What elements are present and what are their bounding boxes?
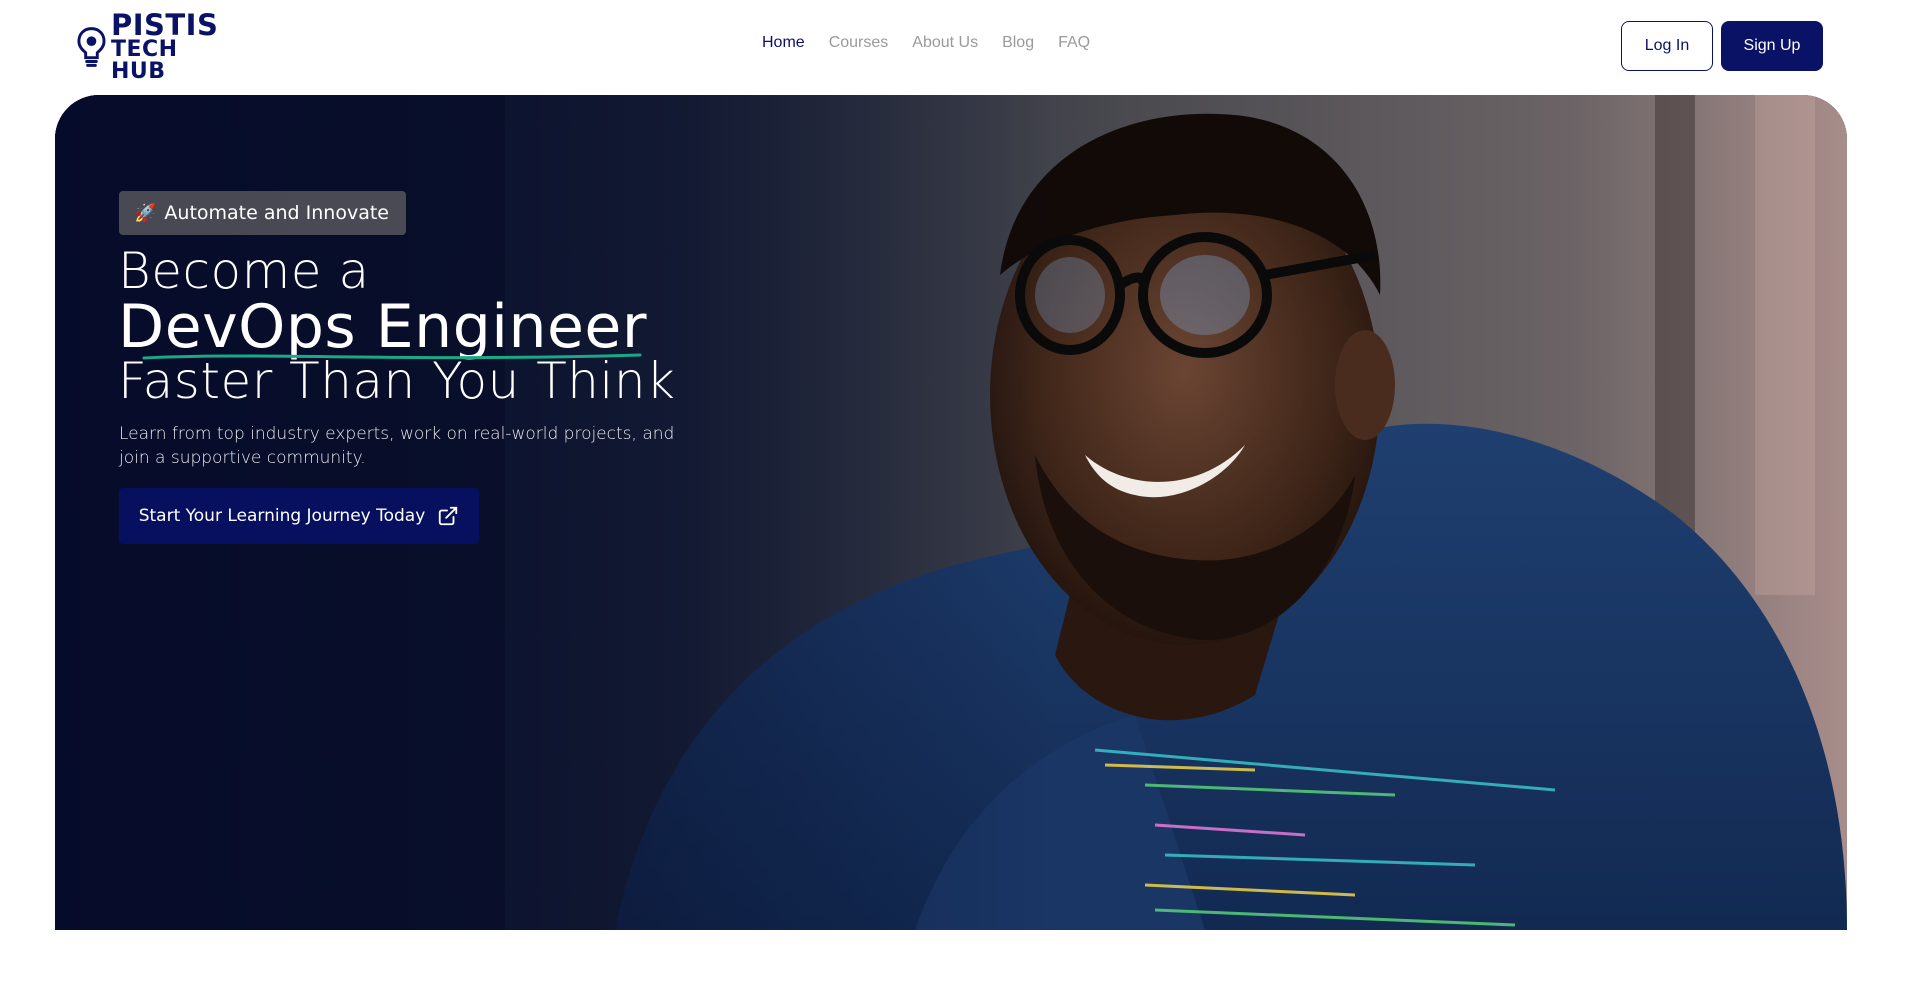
rocket-icon: 🚀: [134, 202, 157, 224]
nav-courses[interactable]: Courses: [829, 34, 889, 52]
tagline-badge: 🚀 Automate and Innovate: [119, 191, 406, 235]
site-header: PISTIS TECH HUB Home Courses About Us Bl…: [0, 0, 1909, 92]
nav-blog[interactable]: Blog: [1002, 34, 1034, 52]
nav-home[interactable]: Home: [762, 34, 805, 52]
logo[interactable]: PISTIS TECH HUB: [76, 11, 236, 83]
start-learning-button[interactable]: Start Your Learning Journey Today: [119, 488, 479, 544]
headline-underline-decoration: [142, 353, 642, 360]
login-button[interactable]: Log In: [1621, 21, 1713, 71]
nav-faq[interactable]: FAQ: [1058, 34, 1090, 52]
headline-line-2: DevOps Engineer: [118, 297, 647, 360]
hero-bottom-curve: [0, 930, 1909, 988]
nav-about-us[interactable]: About Us: [912, 34, 978, 52]
hero-section: 🚀 Automate and Innovate Become a DevOps …: [55, 95, 1847, 930]
lightbulb-logo-icon: [77, 27, 106, 67]
headline-line-1: Become a: [118, 242, 370, 300]
tagline-badge-label: Automate and Innovate: [164, 202, 389, 224]
hero-subtext: Learn from top industry experts, work on…: [119, 424, 675, 468]
start-learning-label: Start Your Learning Journey Today: [138, 506, 426, 526]
external-link-icon: [439, 506, 458, 526]
logo-wordmark-bottom: TECH HUB: [110, 37, 178, 84]
logo-wordmark-top: PISTIS: [110, 8, 219, 42]
main-nav: Home Courses About Us Blog FAQ: [762, 34, 1090, 52]
hero-headline: Become a DevOps Engineer Faster Than You…: [118, 243, 675, 407]
signup-button[interactable]: Sign Up: [1721, 21, 1823, 71]
